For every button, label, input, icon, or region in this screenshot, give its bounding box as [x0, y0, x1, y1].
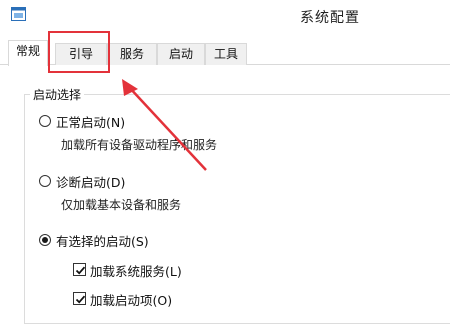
- annotation-highlight-box: [48, 31, 110, 73]
- load-system-services-label[interactable]: 加载系统服务(L): [90, 261, 182, 280]
- tab-general[interactable]: 常规: [8, 40, 48, 66]
- system-config-window: 系统配置 常规 引导 服务 启动 工具 启动选择 正常启动(N) 加载所有设备驱…: [0, 0, 450, 324]
- diagnostic-startup-description: 仅加载基本设备和服务: [61, 198, 182, 212]
- checkmark-icon: [75, 266, 86, 275]
- load-startup-items-checkbox[interactable]: [73, 292, 86, 305]
- group-title: 启动选择: [30, 86, 85, 103]
- diagnostic-startup-label[interactable]: 诊断启动(D): [56, 172, 125, 191]
- normal-startup-description: 加载所有设备驱动程序和服务: [61, 138, 218, 152]
- diagnostic-startup-radio[interactable]: [39, 175, 51, 187]
- load-system-services-checkbox[interactable]: [73, 263, 86, 276]
- selective-startup-radio[interactable]: [39, 234, 51, 246]
- tab-startup[interactable]: 启动: [157, 43, 205, 65]
- normal-startup-label[interactable]: 正常启动(N): [56, 112, 125, 131]
- tab-services[interactable]: 服务: [107, 43, 157, 65]
- tab-tools[interactable]: 工具: [205, 43, 247, 65]
- window-title: 系统配置: [300, 10, 360, 26]
- normal-startup-radio[interactable]: [39, 115, 51, 127]
- app-window-icon: [11, 7, 26, 21]
- selective-startup-label[interactable]: 有选择的启动(S): [56, 231, 149, 250]
- title-bar: 系统配置: [0, 0, 450, 34]
